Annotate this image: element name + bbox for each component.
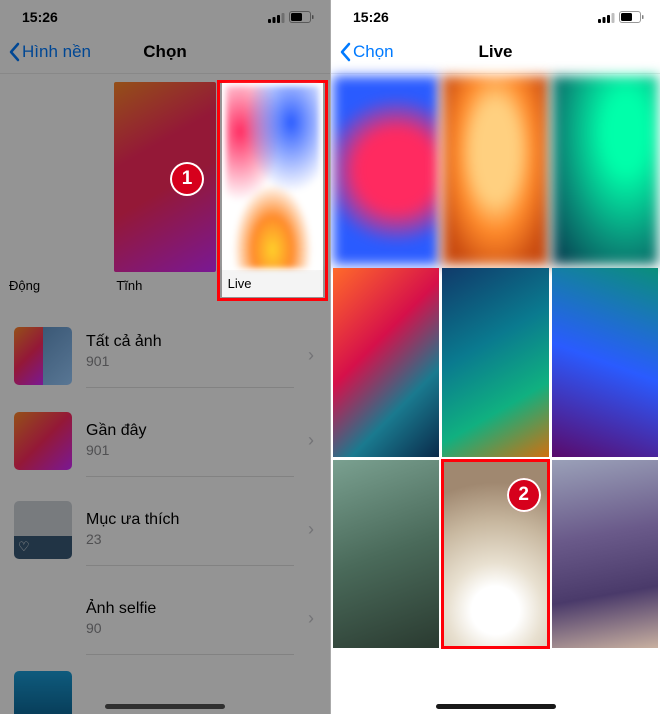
album-thumb [14, 327, 72, 385]
album-row-favorites[interactable]: ♡ Mục ưa thích 23 › [0, 485, 330, 574]
category-label: Live [222, 270, 323, 297]
category-thumb [226, 86, 319, 268]
wallpaper-thumb[interactable] [333, 460, 439, 649]
album-list: Tất cả ảnh 901 › Gần đây 901 › ♡ Mục ưa … [0, 299, 330, 714]
status-icons [598, 11, 644, 23]
status-bar: 15:26 [0, 0, 330, 30]
wallpaper-thumb[interactable] [552, 76, 658, 265]
home-indicator[interactable] [436, 704, 556, 709]
chevron-right-icon: › [308, 430, 318, 451]
battery-icon [619, 11, 644, 23]
battery-icon [289, 11, 314, 23]
status-bar: 15:26 [331, 0, 660, 30]
screen-live-wallpapers: 15:26 Chọn Live 2 [330, 0, 660, 714]
signal-icon [268, 12, 285, 23]
nav-bar: Hình nền Chọn [0, 30, 330, 74]
album-title: Tất cả ảnh [86, 333, 294, 351]
status-icons [268, 11, 314, 23]
status-time: 15:26 [22, 9, 58, 25]
album-row-recent[interactable]: Gần đây 901 › [0, 396, 330, 485]
step-badge-1: 1 [170, 162, 204, 196]
back-button[interactable]: Chọn [331, 42, 394, 62]
wallpaper-thumb[interactable] [442, 268, 548, 457]
home-indicator[interactable] [105, 704, 225, 709]
album-thumb: ♡ [14, 501, 72, 559]
category-static[interactable]: Tĩnh [111, 82, 218, 299]
chevron-right-icon: › [308, 345, 318, 366]
album-thumb [14, 671, 72, 714]
back-label: Chọn [353, 42, 394, 62]
wallpaper-thumb[interactable] [552, 460, 658, 649]
wallpaper-thumb[interactable] [552, 268, 658, 457]
chevron-right-icon: › [308, 519, 318, 540]
album-title: Ảnh selfie [86, 600, 294, 618]
album-thumb [14, 412, 72, 470]
album-count: 23 [86, 531, 294, 547]
category-live[interactable]: Live [219, 82, 326, 299]
album-count: 90 [86, 620, 294, 636]
status-time: 15:26 [353, 9, 389, 25]
back-button[interactable]: Hình nền [0, 42, 91, 62]
wallpaper-grid: 2 [331, 74, 660, 648]
signal-icon [598, 12, 615, 23]
album-title: Mục ưa thích [86, 511, 294, 529]
category-dynamic[interactable]: Động [4, 82, 111, 299]
wallpaper-category-row: Động Tĩnh Live [0, 74, 330, 299]
chevron-left-icon [339, 42, 351, 62]
step-badge-number: 2 [518, 484, 529, 506]
album-count: 901 [86, 353, 294, 369]
album-row-all[interactable]: Tất cả ảnh 901 › [0, 315, 330, 396]
category-label: Tĩnh [114, 272, 215, 299]
wallpaper-thumb[interactable] [442, 76, 548, 265]
album-count: 901 [86, 442, 294, 458]
chevron-left-icon [8, 42, 20, 62]
step-badge-2: 2 [507, 478, 541, 512]
back-label: Hình nền [22, 42, 91, 62]
heart-icon: ♡ [18, 539, 30, 555]
category-thumb [7, 82, 108, 272]
wallpaper-thumb[interactable] [333, 76, 439, 265]
wallpaper-thumb[interactable] [333, 268, 439, 457]
album-row-selfies[interactable]: Ảnh selfie 90 › [0, 574, 330, 663]
step-badge-number: 1 [182, 168, 193, 190]
chevron-right-icon: › [308, 608, 318, 629]
wallpaper-thumb-selected[interactable]: 2 [442, 460, 548, 649]
category-label: Động [7, 272, 108, 299]
album-title: Gần đây [86, 422, 294, 440]
screen-choose-wallpaper: 15:26 Hình nền Chọn Động Tĩnh Live 1 [0, 0, 330, 714]
nav-bar: Chọn Live [331, 30, 660, 74]
